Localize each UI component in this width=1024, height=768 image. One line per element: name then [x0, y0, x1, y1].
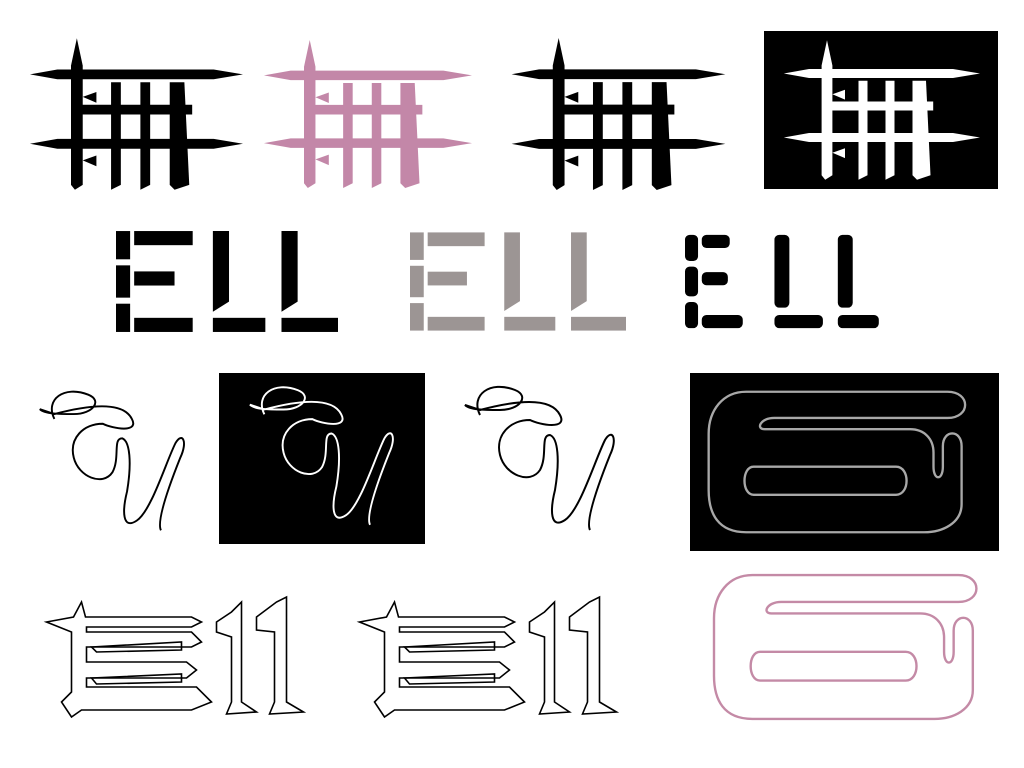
- stencil-ell-black: [116, 230, 338, 333]
- spiked-monogram-panel: [764, 31, 998, 189]
- rounded-monogram-pink: [712, 573, 992, 721]
- rounded-monogram-panel: [690, 373, 999, 551]
- stencil-ell-gray: [410, 230, 626, 333]
- script-ell-black-alt: [455, 380, 625, 540]
- script-ell-panel: [219, 373, 425, 544]
- spiked-monogram-black-alt: [505, 38, 730, 190]
- specimen-sheet: [0, 0, 1024, 768]
- spiked-monogram-pink: [262, 38, 472, 190]
- blackletter-outline-black: [40, 592, 308, 718]
- spiked-monogram-black: [28, 38, 244, 190]
- stencil-ell-rounded: [685, 230, 890, 333]
- blackletter-outline-black-alt: [352, 592, 622, 718]
- script-ell-black: [30, 385, 195, 540]
